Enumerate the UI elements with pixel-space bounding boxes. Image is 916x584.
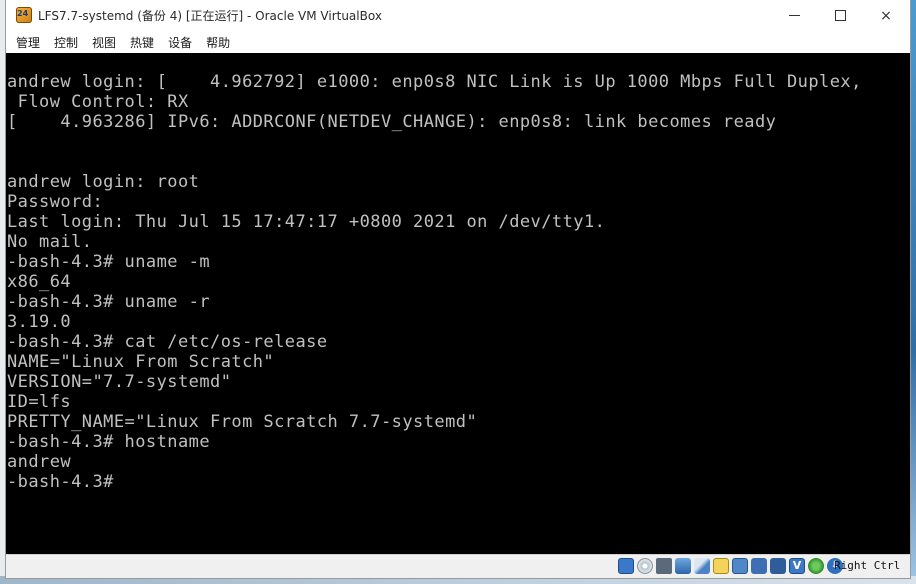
- window-title: LFS7.7-systemd (备份 4) [正在运行] - Oracle VM…: [38, 9, 382, 23]
- close-button[interactable]: ×: [863, 0, 909, 31]
- console-line: -bash-4.3# uname -m: [7, 252, 211, 272]
- shared-folders-icon[interactable]: [713, 558, 729, 574]
- display-icon[interactable]: [732, 558, 748, 574]
- console-output: andrew login: [ 4.962792] e1000: enp0s8 …: [7, 72, 862, 492]
- console-line: PRETTY_NAME="Linux From Scratch 7.7-syst…: [7, 412, 478, 432]
- console-line: [ 4.963286] IPv6: ADDRCONF(NETDEV_CHANGE…: [7, 112, 777, 132]
- status-icons: V ⬇: [618, 558, 843, 574]
- console-line: andrew login: root: [7, 172, 200, 192]
- console-line: -bash-4.3# uname -r: [7, 292, 211, 312]
- mouse-integration-icon[interactable]: [808, 558, 824, 574]
- console-line: Last login: Thu Jul 15 17:47:17 +0800 20…: [7, 212, 606, 232]
- console-line: 3.19.0: [7, 312, 72, 332]
- console-line: ID=lfs: [7, 392, 72, 412]
- title-bar[interactable]: LFS7.7-systemd (备份 4) [正在运行] - Oracle VM…: [6, 0, 910, 31]
- hard-disk-icon[interactable]: [618, 558, 634, 574]
- virtualbox-app-icon[interactable]: [16, 7, 32, 23]
- usb-icon[interactable]: [694, 558, 710, 574]
- menu-item-control[interactable]: 控制: [48, 34, 84, 51]
- optical-drive-icon[interactable]: [637, 558, 653, 574]
- cpu-icon[interactable]: [770, 558, 786, 574]
- network-icon[interactable]: [675, 558, 691, 574]
- vt-x-icon[interactable]: V: [789, 558, 805, 574]
- console-line: x86_64: [7, 272, 72, 292]
- maximize-button[interactable]: [817, 0, 863, 31]
- console-line: Password:: [7, 192, 104, 212]
- host-key-label: Right Ctrl: [834, 559, 901, 572]
- console-line: andrew: [7, 452, 72, 472]
- audio-icon[interactable]: [656, 558, 672, 574]
- console-line: VERSION="7.7-systemd": [7, 372, 232, 392]
- menu-bar: 管理 控制 视图 热键 设备 帮助: [6, 31, 910, 53]
- menu-item-help[interactable]: 帮助: [200, 34, 236, 51]
- console-line: -bash-4.3# hostname: [7, 432, 211, 452]
- maximize-icon: [834, 10, 846, 21]
- console-line: -bash-4.3# cat /etc/os-release: [7, 332, 328, 352]
- recording-icon[interactable]: [751, 558, 767, 574]
- minimize-icon: [788, 15, 800, 16]
- console-line: Flow Control: RX: [7, 92, 189, 112]
- console-line: No mail.: [7, 232, 93, 252]
- menu-item-devices[interactable]: 设备: [162, 34, 198, 51]
- console-prompt: -bash-4.3#: [7, 472, 114, 492]
- virtualbox-window: LFS7.7-systemd (备份 4) [正在运行] - Oracle VM…: [6, 0, 910, 578]
- console-line: andrew login: [ 4.962792] e1000: enp0s8 …: [7, 72, 862, 92]
- console-line: NAME="Linux From Scratch": [7, 352, 275, 372]
- menu-item-hotkeys[interactable]: 热键: [124, 34, 160, 51]
- close-icon: ×: [880, 7, 892, 24]
- vm-display[interactable]: andrew login: [ 4.962792] e1000: enp0s8 …: [6, 53, 910, 554]
- minimize-button[interactable]: [771, 0, 817, 31]
- status-bar: V ⬇ Right Ctrl: [6, 554, 910, 578]
- menu-item-manage[interactable]: 管理: [10, 34, 46, 51]
- menu-item-view[interactable]: 视图: [86, 34, 122, 51]
